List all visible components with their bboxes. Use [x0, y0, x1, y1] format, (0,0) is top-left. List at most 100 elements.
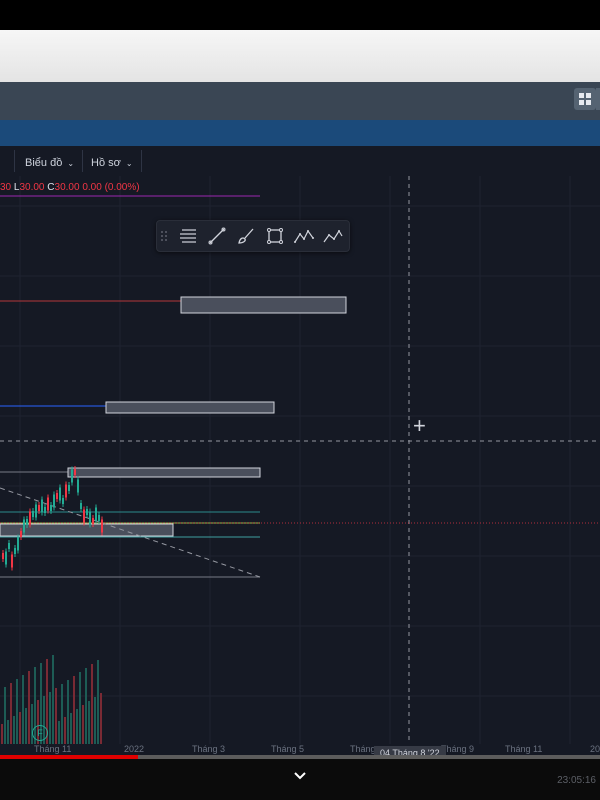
volume-bar — [79, 672, 81, 744]
crosshair-cursor: + — [413, 413, 426, 438]
header-button-edge[interactable] — [596, 88, 600, 110]
menu-separator — [14, 150, 15, 172]
candle-body — [41, 499, 43, 513]
volume-bar — [1, 724, 3, 744]
trendline-icon[interactable] — [206, 225, 228, 247]
candle-body — [56, 493, 58, 499]
menu-separator — [141, 150, 142, 172]
horizontal-lines-icon[interactable] — [177, 225, 199, 247]
pattern-xabcd-icon[interactable] — [293, 225, 315, 247]
candle-body — [92, 518, 94, 524]
ohlc-partial-value: 30 — [0, 182, 12, 193]
axis-label: Tháng 5 — [271, 744, 305, 754]
candle-body — [89, 511, 91, 525]
browser-bar — [0, 30, 600, 82]
axis-label: Tháng 3 — [192, 744, 226, 754]
candle-body — [62, 498, 64, 504]
volume-bar — [55, 688, 57, 744]
layout-button[interactable] — [574, 88, 596, 110]
ohlc-legend: 30 L30.00 C30.00 0.00 (0.00%) — [0, 182, 140, 193]
volume-bar — [76, 709, 78, 744]
drag-handle-icon[interactable] — [157, 225, 171, 247]
axis-label: Tháng 11 — [505, 744, 543, 754]
volume-bar — [82, 705, 84, 744]
candle-body — [50, 505, 52, 511]
candle-body — [101, 519, 103, 533]
axis-label: 2022 — [124, 744, 145, 754]
candle-body — [80, 503, 82, 509]
volume-bar — [67, 680, 69, 744]
ohlc-change: 0.00 (0.00%) — [82, 182, 140, 193]
support-box — [0, 523, 174, 537]
volume-bar — [19, 712, 21, 744]
event-marker-badge[interactable]: F — [32, 725, 48, 741]
volume-bar — [58, 721, 60, 744]
ohlc-low-value: 30.00 — [19, 182, 45, 193]
volume-bar — [4, 687, 6, 744]
candle-body — [71, 469, 73, 483]
axis-label: Tháng 11 — [34, 744, 72, 754]
axis-label: Tháng — [350, 744, 376, 754]
volume-bar — [16, 679, 18, 744]
volume-bar — [52, 655, 54, 744]
candle-body — [59, 487, 61, 501]
ohlc-close-label: C — [47, 182, 55, 193]
timestamp: 23:05:16 — [557, 775, 596, 786]
top-black-bar — [0, 0, 600, 30]
volume-bar — [49, 692, 51, 744]
candle-body — [5, 551, 7, 565]
menu-profile-label: Hồ sơ — [91, 157, 121, 169]
volume-bar — [73, 676, 75, 744]
chevron-down-icon: ⌄ — [67, 158, 75, 168]
candle-body — [44, 507, 46, 513]
volume-bar — [28, 671, 30, 744]
chevron-down-icon[interactable] — [292, 770, 308, 782]
volume-bar — [13, 716, 15, 744]
red-level-box — [180, 296, 347, 314]
axis-label: 20 — [590, 744, 600, 754]
brush-icon[interactable] — [235, 225, 257, 247]
candle-body — [29, 511, 31, 525]
volume-bar — [25, 708, 27, 744]
chevron-down-icon: ⌄ — [125, 158, 133, 168]
event-marker-label: F — [37, 728, 43, 738]
volume-bar — [70, 713, 72, 744]
volume-bar — [10, 683, 12, 744]
volume-bar — [100, 693, 102, 744]
candle-body — [65, 484, 67, 498]
candle-body — [2, 553, 4, 559]
candle-body — [98, 515, 100, 521]
drawing-toolbar — [156, 220, 350, 252]
chart-grid — [0, 176, 600, 744]
chart-menu-bar: Biểu đồ ⌄ Hồ sơ ⌄ — [0, 146, 600, 176]
toolbar-blue-strip — [0, 120, 600, 146]
volume-bar — [31, 704, 33, 744]
candle-body — [53, 494, 55, 508]
menu-chart[interactable]: Biểu đồ ⌄ — [25, 152, 74, 174]
candle-body — [17, 537, 19, 551]
app-header — [0, 82, 600, 120]
candle-body — [86, 509, 88, 515]
candle-body — [83, 509, 85, 523]
pattern-abc-icon[interactable] — [322, 225, 344, 247]
candle-body — [35, 504, 37, 518]
candle-body — [20, 531, 22, 537]
candle-body — [26, 519, 28, 525]
menu-chart-label: Biểu đồ — [25, 157, 63, 169]
candle-body — [14, 548, 16, 554]
volume-bar — [7, 720, 9, 744]
candle-body — [38, 505, 40, 511]
volume-bar — [64, 717, 66, 744]
candle-body — [68, 485, 70, 491]
ohlc-close-value: 30.00 — [54, 182, 80, 193]
menu-profile[interactable]: Hồ sơ ⌄ — [91, 152, 133, 174]
candle-body — [23, 519, 25, 533]
rectangle-icon[interactable] — [264, 225, 286, 247]
grey-top-box — [67, 467, 261, 478]
candle-body — [74, 469, 76, 475]
volume-bar — [97, 660, 99, 744]
volume-bar — [61, 684, 63, 744]
grid-layout-icon — [579, 93, 591, 105]
volume-bars — [1, 655, 102, 744]
volume-bar — [88, 701, 90, 744]
